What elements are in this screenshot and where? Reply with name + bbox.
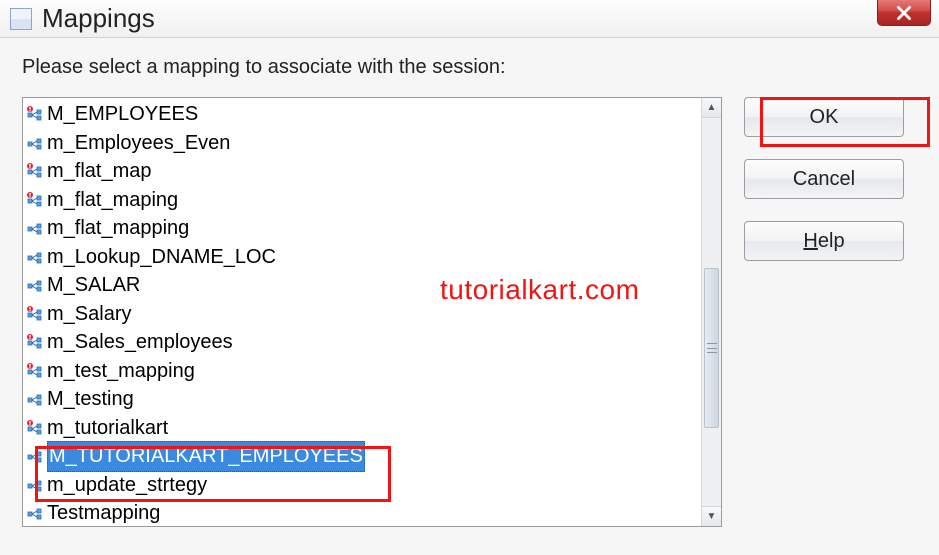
list-item[interactable]: m_tutorialkart	[25, 414, 699, 443]
mapping-icon	[27, 220, 43, 236]
list-item-label: m_flat_map	[47, 157, 152, 186]
mapping-icon	[27, 306, 43, 322]
list-item[interactable]: m_Employees_Even	[25, 129, 699, 158]
mapping-icon	[27, 334, 43, 350]
mapping-icon	[27, 106, 43, 122]
list-item[interactable]: M_TUTORIALKART_EMPLOYEES	[25, 442, 699, 471]
prompt-label: Please select a mapping to associate wit…	[22, 56, 917, 79]
list-item-label: m_flat_maping	[47, 186, 178, 215]
list-item-label: m_tutorialkart	[47, 414, 168, 443]
window-title: Mappings	[42, 3, 155, 34]
mapping-icon	[27, 477, 43, 493]
list-item[interactable]: M_EMPLOYEES	[25, 100, 699, 129]
list-item-label: Testmapping	[47, 499, 160, 526]
scrollbar[interactable]: ▲ ▼	[701, 98, 721, 526]
help-button[interactable]: Help	[744, 221, 904, 261]
list-item-label: m_Employees_Even	[47, 129, 230, 158]
list-item[interactable]: m_Sales_employees	[25, 328, 699, 357]
mapping-icon	[27, 249, 43, 265]
close-icon	[897, 6, 911, 20]
list-item[interactable]: m_Salary	[25, 300, 699, 329]
list-item[interactable]: m_flat_maping	[25, 186, 699, 215]
mapping-icon	[27, 277, 43, 293]
scroll-down-arrow[interactable]: ▼	[702, 506, 721, 526]
app-icon	[10, 8, 32, 30]
list-item[interactable]: m_Lookup_DNAME_LOC	[25, 243, 699, 272]
close-button[interactable]	[877, 0, 931, 26]
list-item-label: m_Salary	[47, 300, 131, 329]
list-item-label: m_test_mapping	[47, 357, 195, 386]
mapping-icon	[27, 363, 43, 379]
list-item-label: M_SALAR	[47, 271, 140, 300]
mapping-icon	[27, 135, 43, 151]
mapping-icon	[27, 192, 43, 208]
mapping-icon	[27, 448, 43, 464]
mapping-icon	[27, 163, 43, 179]
mapping-icon	[27, 420, 43, 436]
mapping-listbox[interactable]: M_EMPLOYEES m_Employees_Even m_flat_map …	[22, 97, 722, 527]
list-item[interactable]: m_update_strtegy	[25, 471, 699, 500]
list-item-label: m_update_strtegy	[47, 471, 207, 500]
scroll-up-arrow[interactable]: ▲	[702, 98, 721, 118]
list-item[interactable]: m_test_mapping	[25, 357, 699, 386]
mapping-icon	[27, 505, 43, 521]
list-item-label: M_testing	[47, 385, 134, 414]
titlebar: Mappings	[0, 0, 939, 38]
mapping-icon	[27, 391, 43, 407]
list-item[interactable]: M_testing	[25, 385, 699, 414]
list-item-label: M_EMPLOYEES	[47, 100, 198, 129]
list-item-label: m_Lookup_DNAME_LOC	[47, 243, 276, 272]
list-item[interactable]: M_SALAR	[25, 271, 699, 300]
list-item-label: M_TUTORIALKART_EMPLOYEES	[47, 441, 365, 472]
list-item-label: m_Sales_employees	[47, 328, 233, 357]
dialog-content: Please select a mapping to associate wit…	[0, 38, 939, 555]
list-item-label: m_flat_mapping	[47, 214, 189, 243]
list-item[interactable]: m_flat_mapping	[25, 214, 699, 243]
scroll-thumb[interactable]	[704, 268, 719, 428]
list-item[interactable]: Testmapping	[25, 499, 699, 526]
ok-button[interactable]: OK	[744, 97, 904, 137]
cancel-button[interactable]: Cancel	[744, 159, 904, 199]
list-item[interactable]: m_flat_map	[25, 157, 699, 186]
